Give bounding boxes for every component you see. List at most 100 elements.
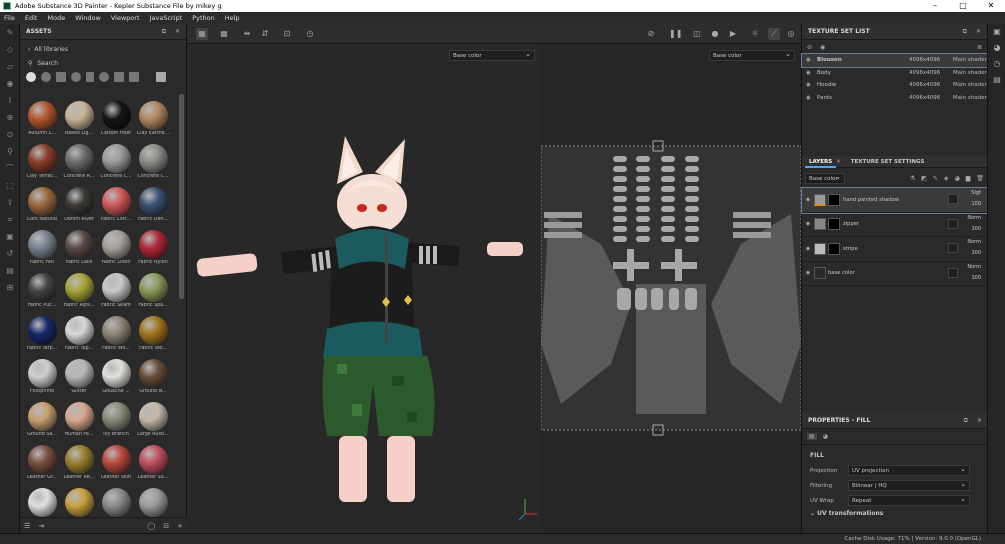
layer-mask-thumbnail[interactable] (828, 193, 840, 206)
material-tile[interactable]: Cork Natural (24, 184, 60, 225)
visibility-icon[interactable]: ◉ (820, 44, 825, 51)
layer-blend-mode[interactable]: Norm (967, 264, 981, 270)
layer-opacity[interactable]: 100 (971, 250, 981, 256)
symmetry-icon[interactable]: ⇹ (241, 28, 253, 40)
material-tile[interactable]: Clay Terrac... (24, 141, 60, 182)
material-tile[interactable]: Fabric Lace (61, 227, 97, 268)
assets-scrollbar[interactable] (179, 94, 184, 299)
menu-help[interactable]: Help (225, 14, 240, 22)
menu-mode[interactable]: Mode (47, 14, 65, 22)
geometry-fill-icon[interactable]: ◉ (0, 75, 20, 92)
clone-icon[interactable]: ⊕ (0, 109, 20, 126)
layer-checkbox[interactable] (948, 243, 958, 253)
texture-set-shader[interactable]: Main shader (953, 57, 987, 63)
material-tile[interactable]: Fabric Seam (98, 270, 134, 311)
layer-opacity[interactable]: 100 (971, 201, 981, 207)
material-view-icon[interactable]: ● (709, 28, 721, 40)
material-tile[interactable]: Glitter (61, 356, 97, 397)
eye-icon[interactable]: ◉ (802, 197, 814, 203)
add-mask-icon[interactable]: ◩ (921, 175, 927, 182)
plugin-icon[interactable]: ⊞ (0, 279, 20, 296)
filtering-select[interactable]: Bilinear | HQ (848, 479, 970, 491)
single-view-icon[interactable]: ▦ (196, 28, 208, 40)
material-tile[interactable]: Concrete C... (135, 141, 171, 182)
add-smart-material-icon[interactable]: ◕ (955, 175, 960, 182)
log-icon[interactable]: ▤ (988, 72, 1005, 88)
filter-environments-icon[interactable] (129, 72, 139, 82)
material-tile[interactable]: Leather Su... (135, 442, 171, 483)
material-properties-icon[interactable]: ◕ (823, 433, 828, 440)
material-tile[interactable]: Autumn L... (24, 98, 60, 139)
viewport-2d[interactable]: Base color (541, 44, 801, 533)
add-icon[interactable]: + (177, 522, 183, 530)
filter-materials-icon[interactable] (26, 72, 36, 82)
undock-icon[interactable]: ⧉ (162, 28, 166, 36)
libraries-row[interactable]: › All libraries (20, 43, 186, 55)
eye-icon[interactable]: ◉ (806, 57, 814, 63)
eye-icon[interactable]: ◉ (802, 221, 814, 227)
menu-viewport[interactable]: Viewport (111, 14, 140, 22)
eye-icon[interactable]: ◉ (802, 246, 814, 252)
material-tile[interactable]: Gouache ... (98, 356, 134, 397)
brush-mode-icon[interactable]: ⟋ (768, 28, 780, 40)
material-tile[interactable]: Baked Lig... (61, 98, 97, 139)
filter-particles-icon[interactable] (99, 72, 109, 82)
import-icon[interactable]: ⇥ (38, 522, 44, 530)
material-tile[interactable]: Fabric Wo... (98, 313, 134, 354)
material-tile[interactable]: Leather Re... (61, 442, 97, 483)
delete-layer-icon[interactable]: 🗑 (976, 175, 984, 182)
filter-filters-icon[interactable] (114, 72, 124, 82)
material-tile[interactable]: Clay Earthe... (135, 98, 171, 139)
layer-blend-mode[interactable]: Norm (967, 239, 981, 245)
hide-icon[interactable]: ⊘ (645, 28, 657, 40)
menu-file[interactable]: File (4, 14, 15, 22)
shelf-icon[interactable]: ◕ (988, 40, 1005, 56)
screenshot-icon[interactable]: ◎ (785, 28, 797, 40)
camera-icon[interactable]: ▶ (727, 28, 739, 40)
menu-javascript[interactable]: JavaScript (150, 14, 183, 22)
material-tile[interactable]: Fabric Felt (24, 227, 60, 268)
eye-icon[interactable]: ◉ (806, 95, 814, 101)
layer-checkbox[interactable] (948, 194, 958, 204)
material-tile[interactable]: Leather Gr... (24, 442, 60, 483)
frame-icon[interactable]: ⊡ (281, 28, 293, 40)
export-icon[interactable]: ⇪ (0, 194, 20, 211)
color-picker-icon[interactable]: ⊙ (0, 126, 20, 143)
material-tile[interactable]: Fabric Spa... (135, 270, 171, 311)
layer-row[interactable]: ◉ stripe Norm 100 (802, 237, 987, 262)
material-tile[interactable]: Fabric Den... (135, 184, 171, 225)
material-tile[interactable]: Ivy Branch (98, 399, 134, 440)
texture-set-shader[interactable]: Main shader (953, 70, 987, 76)
eye-icon[interactable]: ◉ (802, 270, 814, 276)
layer-blend-mode[interactable]: Slgt (971, 190, 981, 196)
material-tile[interactable]: Concrete A... (61, 141, 97, 182)
viewport-3d[interactable]: Base color (187, 44, 541, 533)
menu-edit[interactable]: Edit (25, 14, 38, 22)
texture-set-shader[interactable]: Main shader (953, 95, 987, 101)
eye-icon[interactable]: ◉ (806, 70, 814, 76)
layer-blend-mode[interactable]: Norm (967, 215, 981, 221)
material-tile[interactable]: Concrete C... (98, 141, 134, 182)
hide-all-icon[interactable]: ⊘ (807, 44, 812, 51)
menu-window[interactable]: Window (75, 14, 101, 22)
material-tile[interactable]: Fabric Wo... (135, 313, 171, 354)
material-tile[interactable]: Large Rusti... (135, 399, 171, 440)
bake-icon[interactable]: ⬚ (0, 177, 20, 194)
filter-brushes-icon[interactable] (86, 72, 94, 82)
minimize-icon[interactable]: – (921, 0, 949, 12)
history-icon[interactable]: ↺ (0, 245, 20, 262)
texture-set-row[interactable]: ◉ Blouson 4096x4096 Main shader (801, 53, 988, 68)
material-tile[interactable]: Fabric Linen (98, 227, 134, 268)
query-icon[interactable]: ◯ (147, 522, 155, 530)
projection-select[interactable]: UV projection (848, 464, 970, 476)
uv-transformations-toggle[interactable]: ⌄ UV transformations (802, 508, 988, 520)
texture-set-row[interactable]: ◉ Hoodie 4096x4096 Main shader (802, 79, 987, 92)
layer-mask-thumbnail[interactable] (828, 218, 840, 231)
layer-row[interactable]: ◉ zipper Norm 100 (802, 213, 987, 237)
layer-row[interactable]: ◉ base color Norm 100 (802, 262, 987, 286)
material-tile[interactable]: Fabric Top... (61, 313, 97, 354)
history-icon[interactable]: ◷ (988, 56, 1005, 72)
paint-brush-icon[interactable]: ✎ (0, 24, 20, 41)
add-folder-icon[interactable]: ▆ (966, 175, 971, 182)
material-tile[interactable]: Footprints (24, 356, 60, 397)
